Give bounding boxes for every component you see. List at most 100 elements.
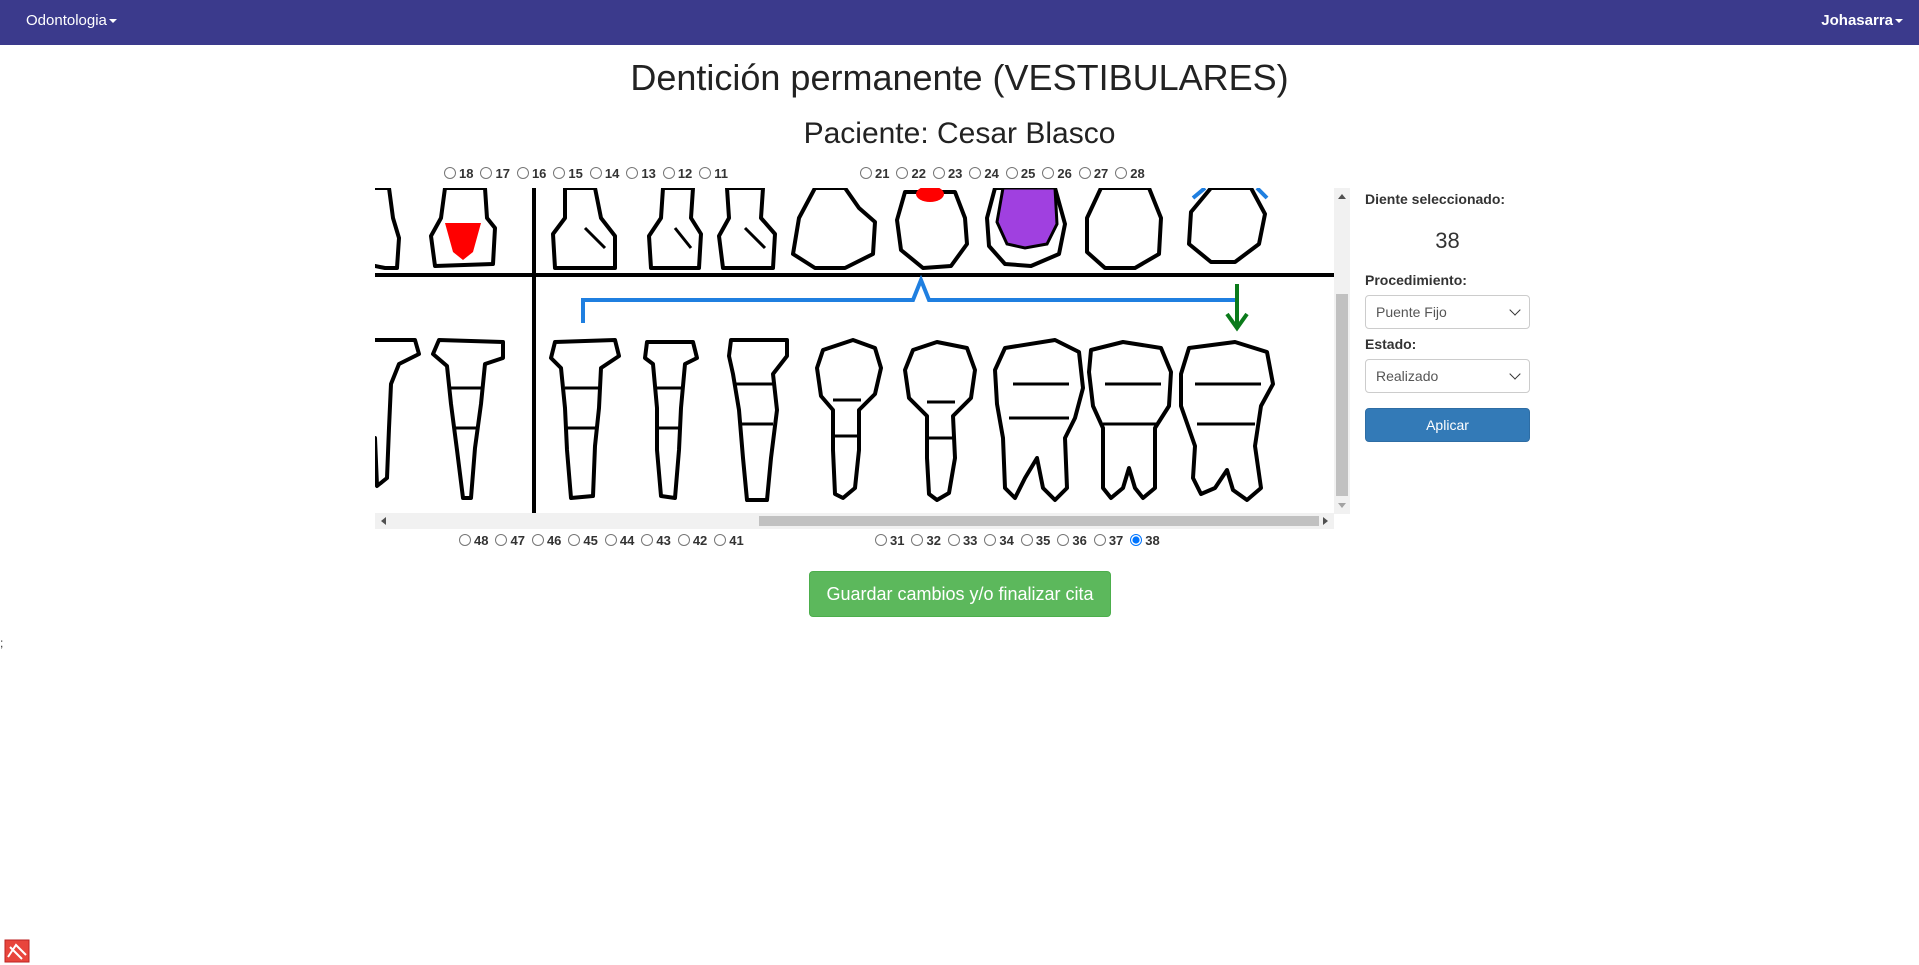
tooth-radio-item[interactable]: 46	[531, 533, 561, 548]
tooth-radio[interactable]	[1078, 167, 1091, 179]
tooth-radio-item[interactable]: 27	[1078, 166, 1108, 181]
scroll-up-arrow-icon[interactable]	[1338, 194, 1346, 199]
tooth-radio[interactable]	[947, 534, 960, 546]
tooth-radio[interactable]	[699, 167, 712, 179]
tooth-radio-item[interactable]: 14	[589, 166, 619, 181]
tooth-radio-item[interactable]: 38	[1130, 533, 1160, 548]
tooth-radio[interactable]	[459, 534, 471, 546]
apply-button[interactable]: Aplicar	[1365, 408, 1530, 442]
tooth-radio-item[interactable]: 28	[1115, 166, 1145, 181]
tooth-radio-item[interactable]: 26	[1042, 166, 1072, 181]
tooth-radio-item[interactable]: 37	[1093, 532, 1124, 548]
tooth-radio[interactable]	[568, 534, 581, 546]
tooth-radio[interactable]	[969, 167, 982, 179]
tooth-radio[interactable]	[1005, 167, 1018, 179]
upper-tooth-crown[interactable]	[895, 190, 969, 270]
tooth-radio[interactable]	[875, 534, 887, 546]
lower-tooth[interactable]	[1087, 340, 1173, 500]
horizontal-scroll-thumb[interactable]	[759, 516, 1319, 526]
tooth-radio-item[interactable]: 43	[641, 533, 671, 548]
tooth-radio-item[interactable]: 33	[947, 533, 977, 548]
tooth-radio[interactable]	[714, 534, 727, 546]
lower-tooth[interactable]	[903, 340, 977, 502]
tooth-number: 37	[1108, 532, 1124, 548]
tooth-radio-item[interactable]: 16	[516, 166, 546, 181]
tooth-radio-item[interactable]: 13	[626, 166, 656, 181]
tooth-radio[interactable]	[1093, 534, 1106, 546]
tooth-radio[interactable]	[626, 167, 639, 179]
tooth-radio-item[interactable]: 12	[662, 166, 692, 181]
tooth-radio-item[interactable]: 15	[553, 166, 583, 181]
tooth-radio-item[interactable]: 35	[1020, 532, 1051, 548]
tooth-radio[interactable]	[480, 167, 493, 179]
vertical-scrollbar[interactable]	[1334, 188, 1350, 514]
tooth-radio[interactable]	[531, 534, 544, 546]
upper-tooth-crown[interactable]	[1187, 188, 1267, 264]
lower-tooth[interactable]	[375, 338, 421, 488]
lower-tooth[interactable]	[815, 338, 883, 500]
tooth-radio[interactable]	[444, 167, 456, 179]
upper-tooth-crown[interactable]	[375, 188, 401, 270]
horizontal-scrollbar[interactable]	[375, 513, 1334, 529]
upper-tooth-crown[interactable]	[791, 188, 877, 270]
tooth-radio-item[interactable]: 11	[699, 166, 728, 181]
tooth-radio-item[interactable]: 36	[1057, 533, 1087, 548]
tooth-radio-item[interactable]: 25	[1005, 166, 1035, 181]
tooth-radio-item[interactable]: 47	[495, 533, 525, 548]
tooth-radio[interactable]	[1057, 534, 1070, 546]
lower-tooth[interactable]	[643, 340, 699, 500]
tooth-radio[interactable]	[589, 167, 602, 179]
upper-tooth-crown[interactable]	[1085, 188, 1163, 270]
tooth-radio-item[interactable]: 41	[714, 533, 744, 548]
app-menu-dropdown[interactable]: Odontologia	[26, 12, 117, 29]
scroll-right-arrow-icon[interactable]	[1323, 517, 1328, 525]
tooth-radio[interactable]	[860, 167, 872, 179]
tooth-radio-item[interactable]: 31	[875, 533, 904, 548]
tooth-radio[interactable]	[911, 534, 924, 546]
tooth-radio[interactable]	[604, 534, 617, 546]
save-and-finish-button[interactable]: Guardar cambios y/o finalizar cita	[809, 571, 1111, 617]
tooth-radio-item[interactable]: 22	[896, 166, 926, 181]
tooth-radio[interactable]	[1020, 534, 1033, 546]
tooth-number: 35	[1035, 532, 1051, 548]
user-menu-dropdown[interactable]: Johasarra	[1821, 12, 1903, 29]
status-select[interactable]: Realizado	[1365, 359, 1530, 393]
tooth-radio[interactable]	[932, 167, 945, 179]
procedure-select[interactable]: Puente Fijo	[1365, 295, 1530, 329]
lower-tooth[interactable]	[993, 338, 1085, 502]
tooth-radio-item[interactable]: 21	[860, 166, 889, 181]
tooth-radio[interactable]	[516, 167, 529, 179]
tooth-radio-item[interactable]: 32	[911, 533, 941, 548]
tooth-radio-item[interactable]: 42	[677, 533, 707, 548]
tooth-radio-item[interactable]: 17	[480, 166, 510, 181]
tooth-radio-item[interactable]: 44	[604, 533, 634, 548]
tooth-radio-item[interactable]: 18	[444, 166, 473, 181]
dental-chart[interactable]	[375, 188, 1350, 513]
tooth-radio[interactable]	[1130, 534, 1143, 546]
upper-tooth-crown[interactable]	[551, 188, 617, 270]
tooth-radio-item[interactable]: 45	[568, 533, 598, 548]
tooth-radio[interactable]	[662, 167, 675, 179]
app-menu-label: Odontologia	[26, 12, 107, 29]
tooth-radio[interactable]	[553, 167, 566, 179]
tooth-radio-item[interactable]: 23	[932, 166, 962, 181]
tooth-radio[interactable]	[1115, 167, 1128, 179]
tooth-radio[interactable]	[641, 534, 654, 546]
scroll-left-arrow-icon[interactable]	[381, 517, 386, 525]
tooth-radio[interactable]	[495, 534, 508, 546]
tooth-radio-item[interactable]: 24	[969, 166, 999, 181]
lower-tooth-selected[interactable]	[1179, 340, 1275, 502]
tooth-radio-item[interactable]: 34	[984, 533, 1014, 548]
lower-tooth[interactable]	[727, 338, 789, 502]
tooth-radio[interactable]	[984, 534, 997, 546]
lower-tooth[interactable]	[431, 338, 505, 500]
tooth-radio-item[interactable]: 48	[459, 533, 488, 548]
scroll-down-arrow-icon[interactable]	[1338, 503, 1346, 508]
tooth-radio[interactable]	[677, 534, 690, 546]
vertical-scroll-thumb[interactable]	[1336, 294, 1348, 496]
tooth-radio[interactable]	[896, 167, 909, 179]
dental-chart-viewport[interactable]	[375, 188, 1350, 529]
app-logo-icon[interactable]	[4, 939, 30, 963]
lower-tooth[interactable]	[549, 338, 621, 500]
tooth-radio[interactable]	[1042, 167, 1055, 179]
